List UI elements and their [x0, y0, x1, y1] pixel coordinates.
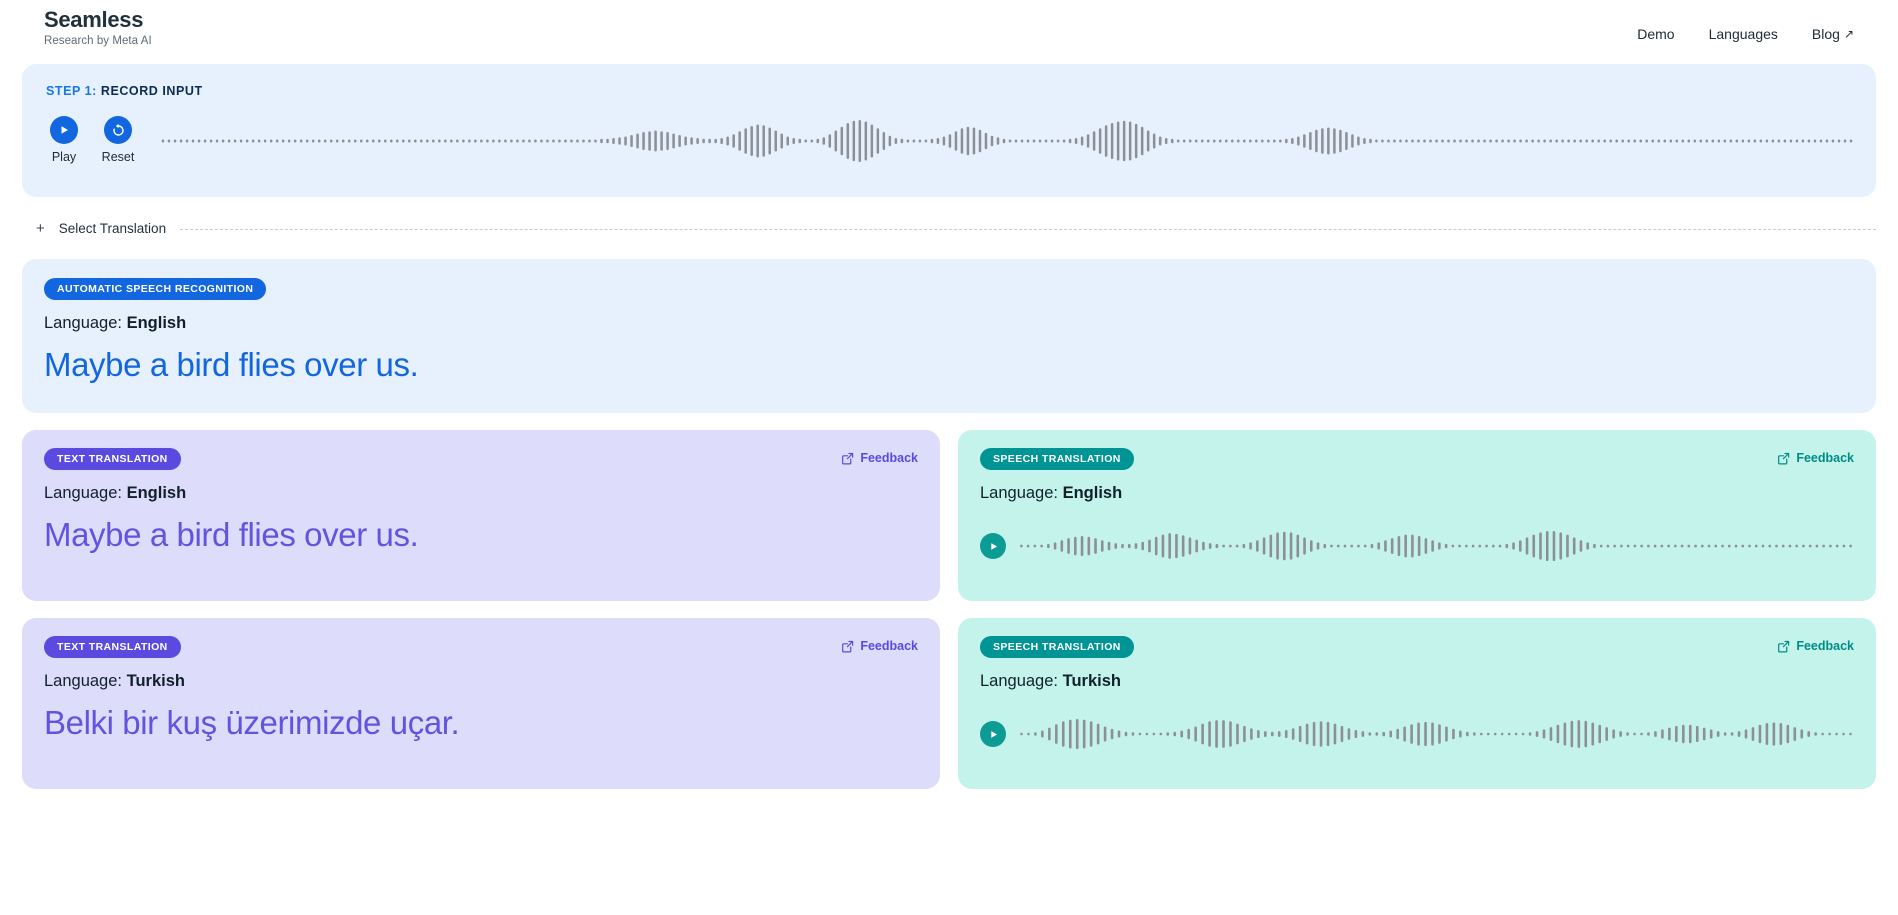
reset-icon [112, 123, 124, 136]
brand-logo: Seamless Research by Meta AI [44, 6, 152, 47]
card-header: TEXT TRANSLATION Feedback [44, 448, 918, 470]
external-link-icon: ↗ [1843, 27, 1854, 41]
feedback-link[interactable]: Feedback [841, 451, 918, 465]
play-label: Play [51, 150, 77, 164]
nav-link-languages-label: Languages [1708, 26, 1778, 42]
brand-subtitle: Research by Meta AI [44, 34, 152, 47]
main-nav: Demo Languages Blog ↗ [1637, 26, 1854, 42]
dashed-divider [180, 228, 1876, 230]
record-input-panel: STEP 1: RECORD INPUT Play Reset [22, 64, 1876, 197]
speech-language-value: Turkish [1062, 672, 1121, 690]
speech-waveform[interactable] [1018, 717, 1854, 751]
record-controls-row: Play Reset [44, 116, 1854, 164]
external-link-icon [1778, 452, 1790, 464]
play-icon [990, 542, 997, 550]
play-control: Play [44, 116, 84, 164]
text-translation-output: Belki bir kuş üzerimizde uçar. [44, 704, 460, 741]
feedback-link[interactable]: Feedback [1777, 639, 1854, 653]
nav-link-blog[interactable]: Blog ↗ [1812, 26, 1854, 42]
speech-translation-card-english: SPEECH TRANSLATION Feedback Language: En… [958, 430, 1876, 601]
plus-icon: + [36, 219, 45, 237]
text-language-value: Turkish [126, 672, 185, 690]
text-language-line: Language: English [44, 484, 918, 503]
text-language-prefix: Language: [44, 484, 127, 502]
feedback-label: Feedback [860, 451, 918, 465]
speech-language-value: English [1062, 484, 1123, 502]
feedback-link[interactable]: Feedback [841, 639, 918, 653]
asr-language-line: Language: English [44, 314, 1854, 333]
text-language-line: Language: Turkish [44, 672, 918, 691]
speech-player [980, 717, 1854, 751]
nav-link-demo[interactable]: Demo [1637, 26, 1674, 42]
step-number: STEP 1: [46, 84, 97, 98]
speech-language-prefix: Language: [980, 484, 1063, 502]
reset-button[interactable] [104, 116, 132, 144]
page-header: Seamless Research by Meta AI Demo Langua… [0, 0, 1898, 58]
step-label: STEP 1: RECORD INPUT [46, 84, 1854, 98]
play-icon [990, 730, 997, 738]
text-language-value: English [126, 484, 187, 502]
play-icon [61, 126, 68, 134]
text-translation-badge: TEXT TRANSLATION [44, 448, 181, 470]
translation-row-english: TEXT TRANSLATION Feedback Language: Engl… [22, 430, 1876, 601]
card-header: TEXT TRANSLATION Feedback [44, 636, 918, 658]
asr-badge: AUTOMATIC SPEECH RECOGNITION [44, 278, 267, 300]
speech-language-line: Language: Turkish [980, 672, 1854, 691]
card-header: SPEECH TRANSLATION Feedback [980, 448, 1854, 470]
input-waveform[interactable] [160, 118, 1854, 164]
asr-language-prefix: Language: [44, 314, 127, 332]
brand-title: Seamless [44, 7, 144, 32]
asr-card: AUTOMATIC SPEECH RECOGNITION Language: E… [22, 259, 1876, 413]
external-link-icon [842, 640, 854, 652]
speech-translation-badge: SPEECH TRANSLATION [980, 636, 1134, 658]
translation-row-turkish: TEXT TRANSLATION Feedback Language: Turk… [22, 618, 1876, 789]
speech-play-button[interactable] [980, 533, 1006, 559]
asr-language-value: English [126, 314, 187, 332]
select-translation-row[interactable]: + Select Translation [22, 217, 1876, 239]
text-translation-card-turkish: TEXT TRANSLATION Feedback Language: Turk… [22, 618, 940, 789]
feedback-label: Feedback [860, 639, 918, 653]
reset-control: Reset [98, 116, 138, 164]
feedback-label: Feedback [1796, 639, 1854, 653]
card-header: SPEECH TRANSLATION Feedback [980, 636, 1854, 658]
reset-label: Reset [101, 150, 135, 164]
feedback-link[interactable]: Feedback [1777, 451, 1854, 465]
speech-play-button[interactable] [980, 721, 1006, 747]
speech-translation-card-turkish: SPEECH TRANSLATION Feedback Language: Tu… [958, 618, 1876, 789]
speech-language-line: Language: English [980, 484, 1854, 503]
speech-player [980, 529, 1854, 563]
nav-link-demo-label: Demo [1637, 26, 1675, 42]
feedback-label: Feedback [1796, 451, 1854, 465]
text-translation-badge: TEXT TRANSLATION [44, 636, 181, 658]
step-title: RECORD INPUT [96, 84, 203, 98]
speech-translation-badge: SPEECH TRANSLATION [980, 448, 1134, 470]
play-button[interactable] [50, 116, 78, 144]
nav-link-blog-label: Blog [1811, 26, 1840, 42]
speech-language-prefix: Language: [980, 672, 1063, 690]
speech-waveform[interactable] [1018, 529, 1854, 563]
external-link-icon [842, 452, 854, 464]
external-link-icon [1778, 640, 1790, 652]
select-translation-label: Select Translation [58, 220, 167, 236]
text-translation-output: Maybe a bird flies over us. [44, 516, 419, 553]
text-language-prefix: Language: [44, 672, 127, 690]
text-translation-card-english: TEXT TRANSLATION Feedback Language: Engl… [22, 430, 940, 601]
asr-transcript: Maybe a bird flies over us. [44, 346, 419, 383]
nav-link-languages[interactable]: Languages [1709, 26, 1778, 42]
